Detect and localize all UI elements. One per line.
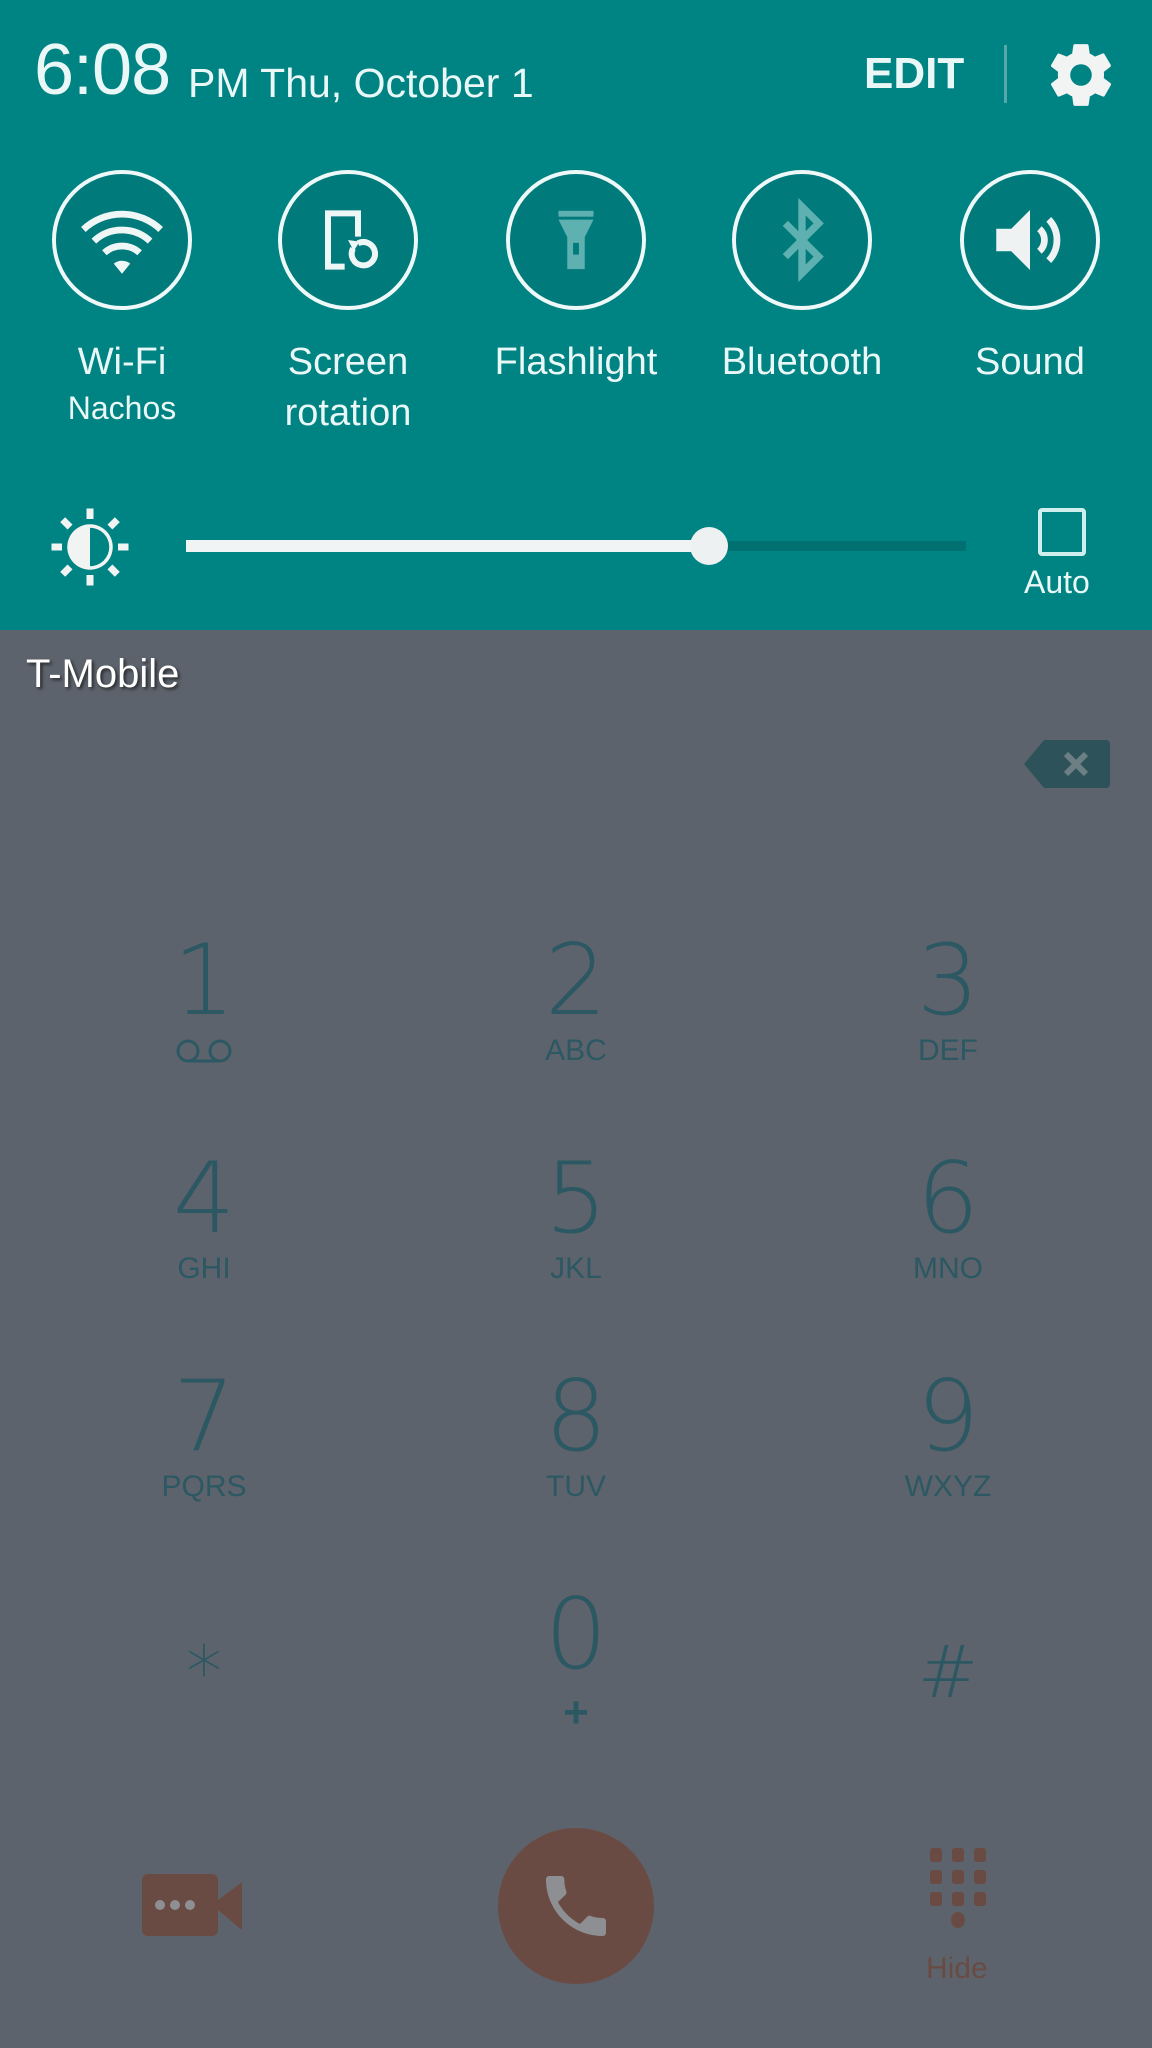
gear-icon[interactable] xyxy=(1044,38,1118,112)
toggle-label: Bluetooth xyxy=(721,341,883,383)
toggle-label: Sound xyxy=(975,341,1085,383)
sound-icon xyxy=(996,210,1061,270)
key-letters: JKL xyxy=(550,1252,602,1285)
toggle-bluetooth[interactable]: Bluetooth xyxy=(702,168,902,388)
dial-key-8[interactable]: 8 TUV xyxy=(390,1326,762,1544)
auto-brightness-label: Auto xyxy=(1024,564,1090,600)
carrier-label: T-Mobile xyxy=(26,652,180,696)
notification-panel: 6:08 PM Thu, October 1 EDIT Wi-Fi Nachos xyxy=(0,0,1152,630)
toggle-sublabel: Nachos xyxy=(67,390,177,426)
dial-key-star[interactable]: * xyxy=(18,1544,390,1762)
auto-brightness-checkbox[interactable] xyxy=(1038,508,1086,556)
screen-rotation-icon xyxy=(325,210,378,270)
dial-key-3[interactable]: 3 DEF xyxy=(762,890,1134,1108)
header-divider xyxy=(1004,45,1007,103)
hide-keypad-label[interactable]: Hide xyxy=(926,1952,988,1986)
toggle-label: Wi-Fi xyxy=(77,341,167,383)
brightness-slider[interactable] xyxy=(186,527,966,565)
call-button[interactable] xyxy=(498,1828,654,1984)
toggle-label: Flashlight xyxy=(494,341,658,383)
key-letters: ABC xyxy=(545,1034,607,1067)
key-digit: 7 xyxy=(172,1360,236,1474)
toggle-flashlight[interactable]: Flashlight xyxy=(476,168,676,388)
key-letters: + xyxy=(563,1688,589,1737)
dial-key-2[interactable]: 2 ABC xyxy=(390,890,762,1108)
key-digit: 8 xyxy=(544,1360,608,1474)
wifi-icon xyxy=(81,210,163,274)
key-letters: WXYZ xyxy=(904,1470,992,1503)
key-digit: 4 xyxy=(172,1142,236,1256)
key-digit: 3 xyxy=(916,924,980,1038)
key-letters: DEF xyxy=(918,1034,978,1067)
dial-key-9[interactable]: 9 WXYZ xyxy=(762,1326,1134,1544)
key-digit: * xyxy=(186,1630,222,1714)
key-digit: # xyxy=(917,1630,979,1714)
brightness-icon xyxy=(51,508,129,586)
toggle-label: Screen xyxy=(287,341,409,383)
key-digit: 2 xyxy=(544,924,608,1038)
bluetooth-icon xyxy=(782,197,824,283)
toggle-sound[interactable]: Sound xyxy=(930,168,1130,388)
flashlight-icon xyxy=(558,210,594,270)
clock-time: 6:08 xyxy=(34,30,171,110)
dial-key-0[interactable]: 0 + xyxy=(390,1544,762,1762)
key-letters: PQRS xyxy=(161,1470,247,1503)
dial-key-4[interactable]: 4 GHI xyxy=(18,1108,390,1326)
dial-key-7[interactable]: 7 PQRS xyxy=(18,1326,390,1544)
key-letters: GHI xyxy=(177,1252,231,1285)
backspace-icon[interactable] xyxy=(1024,740,1110,788)
slider-thumb[interactable] xyxy=(689,527,728,565)
key-digit: 0 xyxy=(544,1578,608,1692)
key-letters: TUV xyxy=(546,1470,606,1503)
toggle-wifi[interactable]: Wi-Fi Nachos xyxy=(22,168,222,428)
dial-key-1[interactable]: 1 xyxy=(18,890,390,1108)
toggle-sublabel: rotation xyxy=(284,392,412,434)
edit-button[interactable]: EDIT xyxy=(864,52,964,96)
key-digit: 1 xyxy=(172,924,236,1038)
video-call-icon[interactable] xyxy=(142,1874,242,1936)
dialpad-icon[interactable] xyxy=(928,1848,988,1928)
slider-fill xyxy=(186,540,709,552)
key-letters: MNO xyxy=(913,1252,983,1285)
quick-settings-toggles: Wi-Fi Nachos Screen rotation Flashlight … xyxy=(0,168,1152,448)
toggle-screen-rotation[interactable]: Screen rotation xyxy=(248,168,448,438)
dial-key-6[interactable]: 6 MNO xyxy=(762,1108,1134,1326)
dial-key-5[interactable]: 5 JKL xyxy=(390,1108,762,1326)
voicemail-icon xyxy=(176,1039,232,1063)
key-digit: 9 xyxy=(916,1360,980,1474)
key-digit: 5 xyxy=(544,1142,608,1256)
clock-date: PM Thu, October 1 xyxy=(188,60,534,106)
dial-key-hash[interactable]: # xyxy=(762,1544,1134,1762)
phone-icon xyxy=(546,1876,606,1936)
key-digit: 6 xyxy=(916,1142,980,1256)
